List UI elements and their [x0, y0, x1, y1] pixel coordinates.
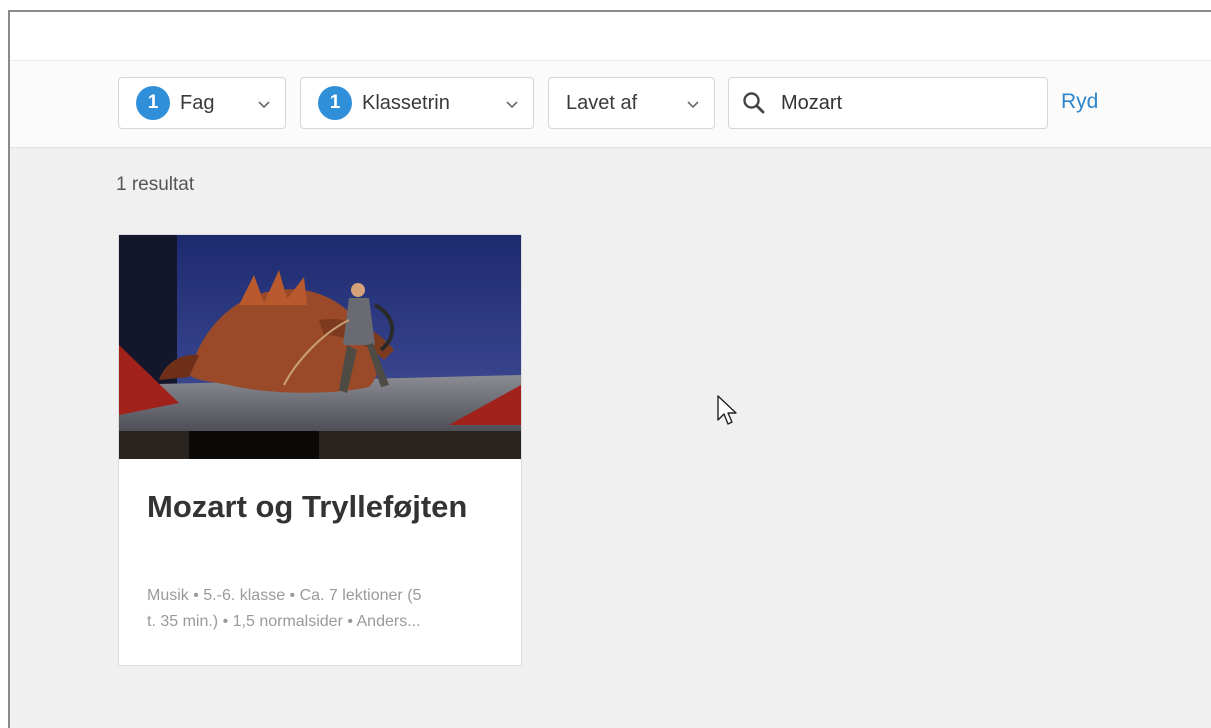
result-meta-line: Musik • 5.-6. klasse • Ca. 7 lektioner (…	[147, 587, 422, 604]
search-icon	[743, 92, 765, 114]
chevron-down-icon	[687, 101, 699, 109]
result-title: Mozart og Trylleføjten	[147, 489, 468, 524]
subject-filter-count-badge: 1	[136, 86, 170, 120]
made-by-filter-dropdown[interactable]: Lavet af	[548, 77, 715, 129]
grade-filter-label: Klassetrin	[362, 91, 450, 114]
result-meta-line: t. 35 min.) • 1,5 normalsider • Anders..…	[147, 613, 421, 630]
made-by-filter-label: Lavet af	[566, 91, 638, 114]
result-meta: Musik • 5.-6. klasse • Ca. 7 lektioner (…	[147, 583, 497, 635]
top-bar	[10, 12, 1211, 60]
result-card[interactable]: Mozart og Trylleføjten Musik • 5.-6. kla…	[118, 234, 522, 666]
filter-bar: 1 Fag 1 Klassetrin Lavet af Mozart Ryd	[10, 60, 1211, 148]
app-window: 1 Fag 1 Klassetrin Lavet af Mozart Ryd 1…	[8, 10, 1211, 728]
search-box	[728, 77, 1048, 129]
subject-filter-label: Fag	[180, 91, 215, 114]
search-input[interactable]	[781, 91, 1021, 115]
grade-filter-dropdown[interactable]: 1 Klassetrin	[300, 77, 534, 129]
result-thumbnail-image	[119, 235, 521, 459]
chevron-down-icon	[258, 101, 270, 109]
result-count: 1 resultat	[116, 174, 195, 195]
subject-filter-dropdown[interactable]: 1 Fag	[118, 77, 286, 129]
clear-filters-link[interactable]: Ryd	[1061, 90, 1098, 114]
chevron-down-icon	[506, 101, 518, 109]
grade-filter-count-badge: 1	[318, 86, 352, 120]
mouse-pointer-icon	[717, 395, 737, 425]
